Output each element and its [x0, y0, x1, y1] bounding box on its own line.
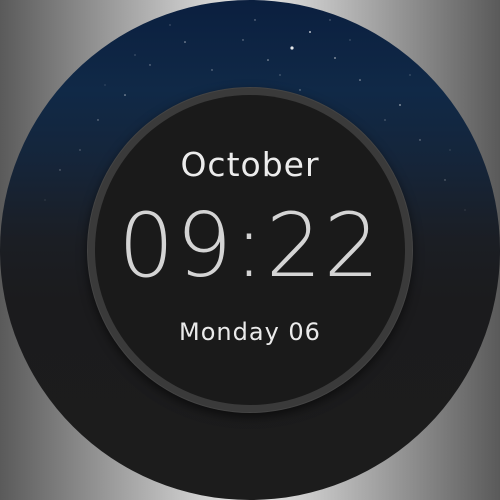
time-display: 09:22 — [118, 194, 382, 297]
watch-screen: October 09:22 Monday 06 — [0, 0, 500, 500]
month-label: October — [180, 145, 320, 184]
day-date-label: Monday 06 — [179, 318, 321, 346]
